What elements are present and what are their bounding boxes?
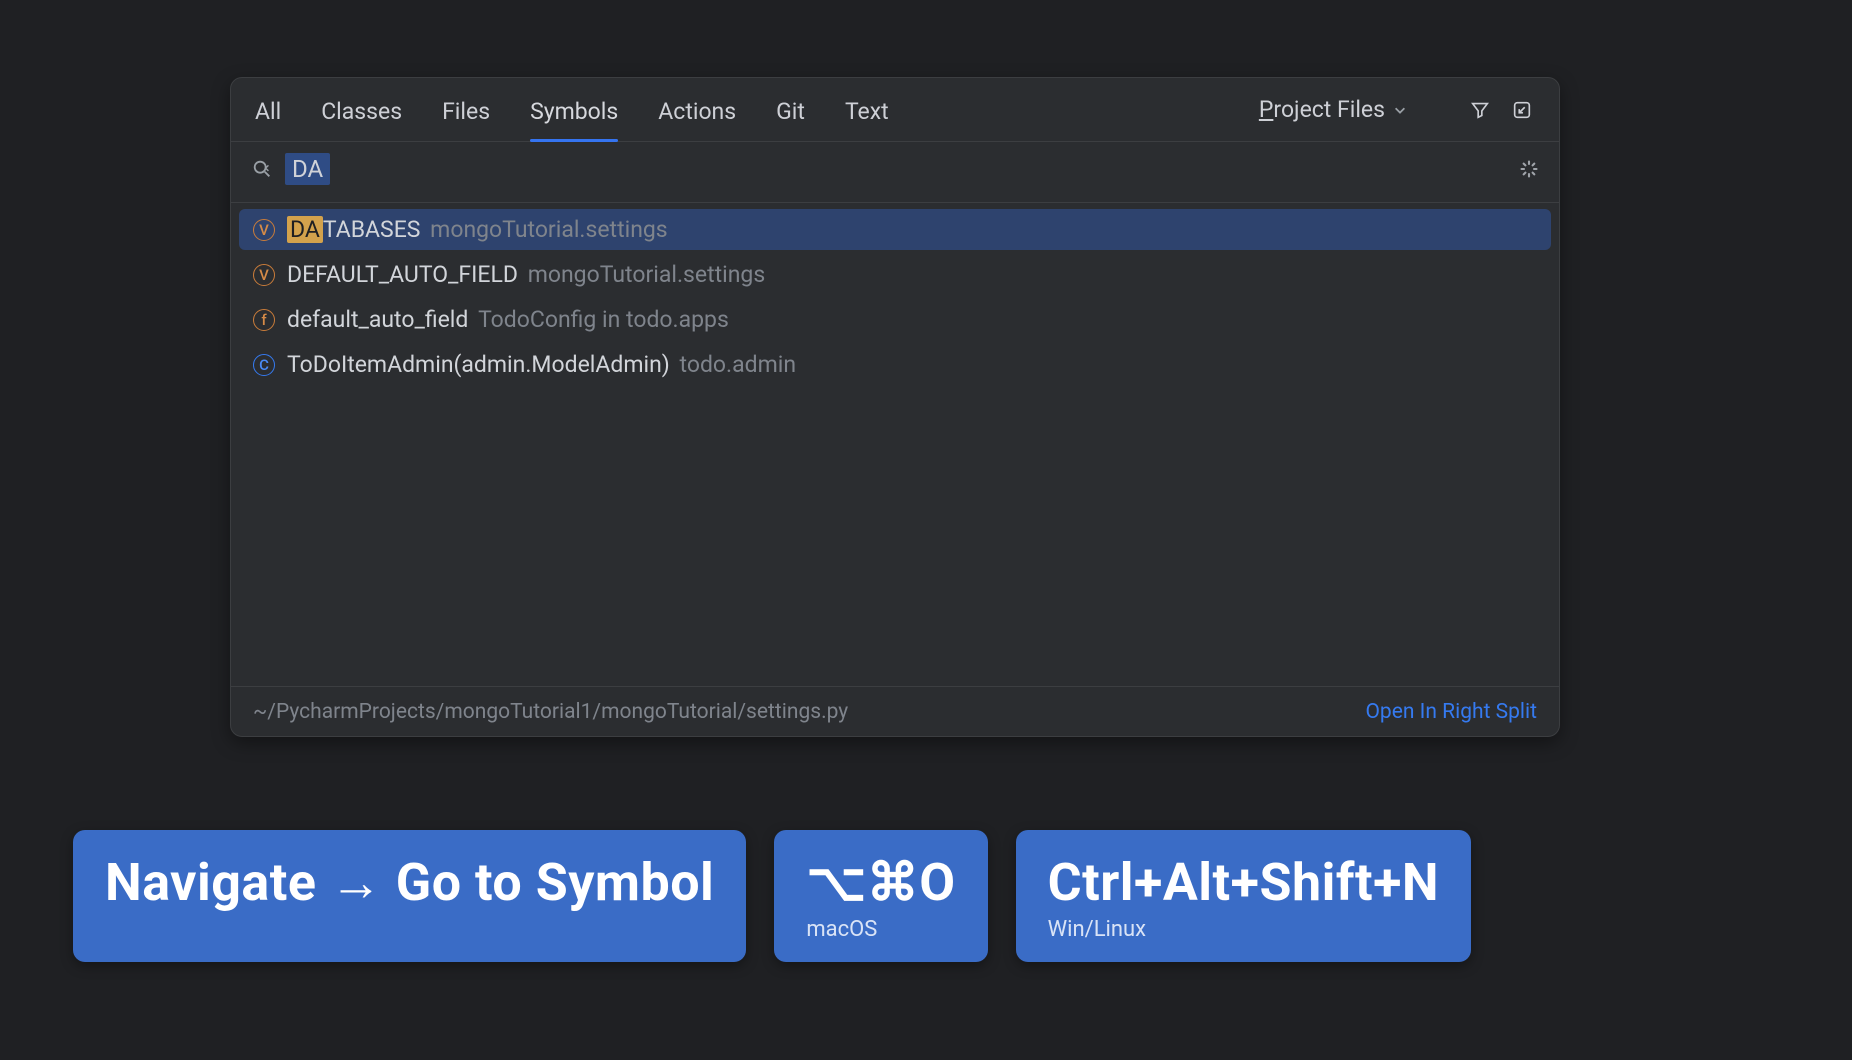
match-context: TodoConfig in todo.apps [478,306,729,333]
results-list: V DATABASES mongoTutorial.settings V DEF… [231,202,1559,686]
variable-icon: V [253,264,275,286]
card-menu-path-text: Navigate → Go to Symbol [105,852,714,913]
status-bar: ~/PycharmProjects/mongoTutorial1/mongoTu… [231,686,1559,736]
scope-label-rest: roject Files [1273,96,1385,123]
field-icon: f [253,309,275,331]
match-name-rest: DEFAULT_AUTO_FIELD [287,261,518,288]
tab-files[interactable]: Files [442,80,490,140]
match-context: todo.admin [680,351,797,378]
result-item[interactable]: V DEFAULT_AUTO_FIELD mongoTutorial.setti… [239,254,1551,295]
card-win-label: Win/Linux [1048,917,1440,942]
card-shortcut-win: Ctrl+Alt+Shift+N Win/Linux [1016,830,1472,962]
tab-symbols[interactable]: Symbols [530,80,618,140]
loading-spinner-icon [1519,159,1539,179]
match-name-rest: TABASES [323,216,421,243]
shortcut-cards: Navigate → Go to Symbol ⌥⌘O macOS Ctrl+A… [73,830,1471,962]
card-mac-label: macOS [806,917,955,942]
card-mac-keys: ⌥⌘O [806,852,955,913]
match-highlight: DA [287,216,323,243]
match-name-rest: default_auto_field [287,306,468,333]
card-shortcut-mac: ⌥⌘O macOS [774,830,987,962]
tab-actions[interactable]: Actions [658,80,736,140]
match-context: mongoTutorial.settings [528,261,766,288]
tab-classes[interactable]: Classes [321,80,402,140]
scope-dropdown[interactable]: Project Files [1259,96,1407,123]
tab-all[interactable]: All [255,80,281,140]
scope-hotkey-letter: P [1259,96,1274,123]
tab-git[interactable]: Git [776,80,805,140]
tab-text[interactable]: Text [845,80,889,140]
pin-window-icon[interactable] [1509,97,1535,123]
chevron-down-icon [1393,103,1407,117]
search-tabs-bar: All Classes Files Symbols Actions Git Te… [231,78,1559,142]
file-path: ~/PycharmProjects/mongoTutorial1/mongoTu… [253,700,848,724]
card-win-keys: Ctrl+Alt+Shift+N [1048,852,1440,913]
search-input[interactable]: DA [285,153,330,185]
match-name-rest: ToDoItemAdmin(admin.ModelAdmin) [287,351,670,378]
card-menu-path: Navigate → Go to Symbol [73,830,746,962]
result-item[interactable]: C ToDoItemAdmin(admin.ModelAdmin) todo.a… [239,344,1551,385]
filter-icon[interactable] [1467,97,1493,123]
result-item[interactable]: V DATABASES mongoTutorial.settings [239,209,1551,250]
class-icon: C [253,354,275,376]
search-everywhere-popup: All Classes Files Symbols Actions Git Te… [230,77,1560,737]
search-icon [251,158,273,180]
result-item[interactable]: f default_auto_field TodoConfig in todo.… [239,299,1551,340]
open-in-right-split-link[interactable]: Open In Right Split [1365,700,1537,724]
search-input-row: DA [231,142,1559,196]
variable-icon: V [253,219,275,241]
match-context: mongoTutorial.settings [430,216,668,243]
